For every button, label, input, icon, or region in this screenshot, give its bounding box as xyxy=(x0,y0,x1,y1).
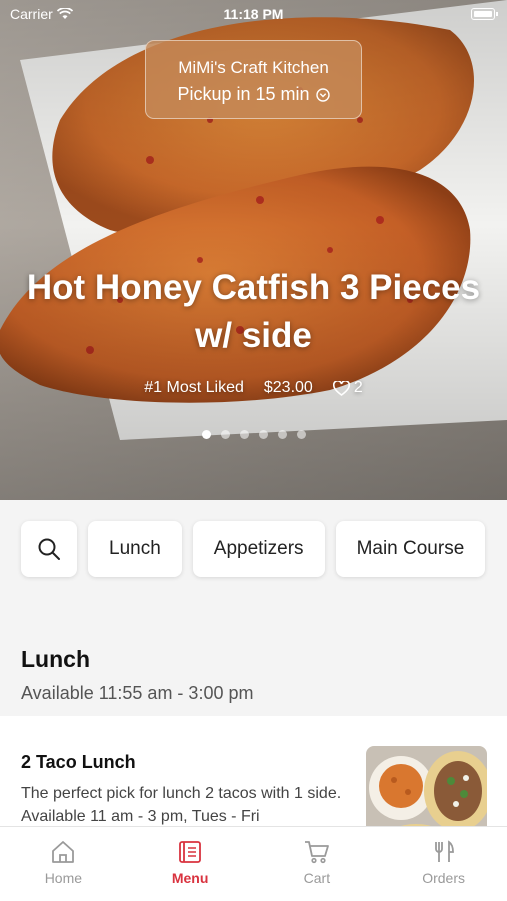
menu-item-description: The perfect pick for lunch 2 tacos with … xyxy=(21,785,342,825)
category-chip-main-course[interactable]: Main Course xyxy=(335,521,486,577)
category-chip-appetizers[interactable]: Appetizers xyxy=(192,521,325,577)
tab-label: Orders xyxy=(422,870,466,886)
search-button[interactable] xyxy=(21,521,77,577)
menu-section-header: Lunch Available 11:55 am - 3:00 pm xyxy=(21,646,253,704)
orders-icon xyxy=(434,840,454,862)
heart-icon xyxy=(332,380,350,396)
chevron-down-circle-icon xyxy=(315,87,330,102)
hero-banner[interactable]: Carrier 11:18 PM MiMi's Craft Kitchen Pi… xyxy=(0,0,507,500)
home-icon xyxy=(52,841,75,863)
menu-icon xyxy=(179,841,202,863)
section-title: Lunch xyxy=(21,646,90,672)
likes[interactable]: 2 xyxy=(332,379,363,397)
carousel-dot[interactable] xyxy=(258,430,268,439)
carousel-dot[interactable] xyxy=(239,430,249,439)
battery-icon xyxy=(471,8,498,20)
bottom-tab-bar: Home Menu Cart Orders xyxy=(0,826,507,901)
carousel-dot[interactable] xyxy=(220,430,230,439)
carousel-dot[interactable] xyxy=(201,430,211,439)
cart-icon xyxy=(304,841,329,864)
likes-count: 2 xyxy=(353,379,363,396)
store-pickup-selector[interactable]: MiMi's Craft Kitchen Pickup in 15 min xyxy=(145,40,362,119)
tab-label: Menu xyxy=(171,870,209,886)
status-time: 11:18 PM xyxy=(223,6,284,22)
tab-label: Cart xyxy=(303,870,331,886)
category-chip-lunch[interactable]: Lunch xyxy=(88,521,182,577)
category-bar: Lunch Appetizers Main Course xyxy=(21,521,486,577)
tab-label: Home xyxy=(44,870,83,886)
tab-orders[interactable]: Orders xyxy=(380,827,507,901)
featured-item-meta: #1 Most Liked $23.00 2 xyxy=(0,379,507,397)
tab-menu[interactable]: Menu xyxy=(127,827,254,901)
most-liked-badge: #1 Most Liked xyxy=(144,379,244,396)
search-icon xyxy=(38,538,60,560)
featured-item-title[interactable]: Hot Honey Catfish 3 Pieces w/ side xyxy=(20,264,487,360)
carousel-dot[interactable] xyxy=(296,430,306,439)
status-bar: Carrier 11:18 PM xyxy=(0,0,507,28)
tab-home[interactable]: Home xyxy=(0,827,127,901)
pickup-label: Pickup in 15 min xyxy=(177,84,310,104)
section-hours: Available 11:55 am - 3:00 pm xyxy=(21,683,254,703)
pickup-time[interactable]: Pickup in 15 min xyxy=(146,84,361,105)
store-name: MiMi's Craft Kitchen xyxy=(178,58,329,77)
menu-item-name: 2 Taco Lunch xyxy=(21,752,136,772)
tab-cart[interactable]: Cart xyxy=(254,827,381,901)
carousel-dots[interactable] xyxy=(0,430,507,439)
carousel-dot[interactable] xyxy=(277,430,287,439)
featured-price: $23.00 xyxy=(263,379,313,396)
